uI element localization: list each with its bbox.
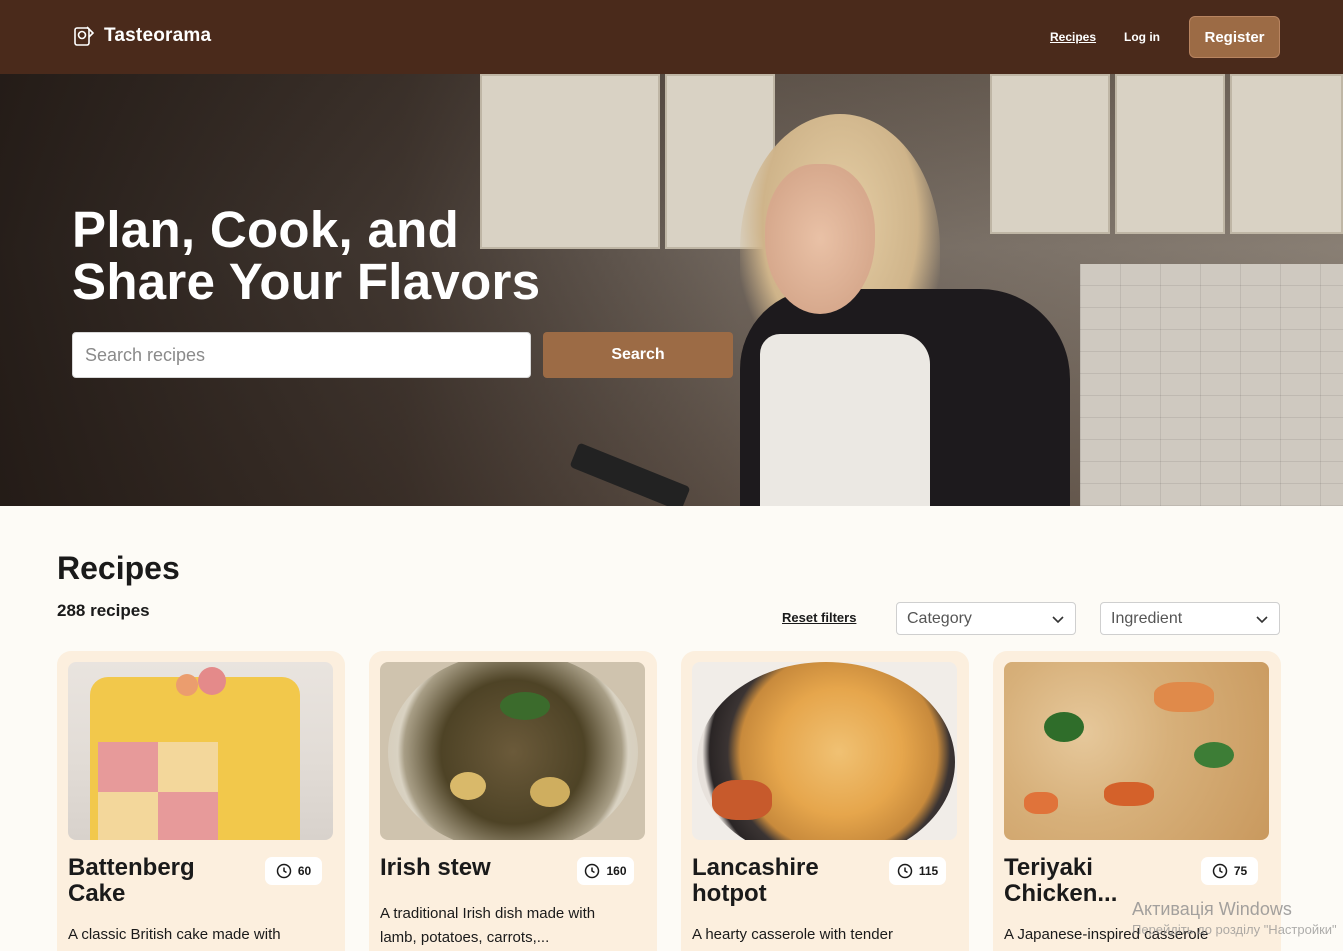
recipe-title[interactable]: Lancashire hotpot: [692, 855, 867, 907]
search-button[interactable]: Search: [543, 332, 733, 378]
nav-login-link[interactable]: Log in: [1124, 30, 1160, 44]
recipe-card[interactable]: Lancashire hotpot 115 A hearty casserole…: [681, 651, 969, 951]
hero-photo-tablet: [569, 442, 691, 506]
hero-photo-cabinet: [1230, 74, 1343, 234]
cook-time-badge: 115: [889, 857, 946, 885]
nav-recipes-link[interactable]: Recipes: [1050, 30, 1096, 44]
register-button[interactable]: Register: [1189, 16, 1280, 58]
site-header: Tasteorama Recipes Log in Register: [0, 0, 1343, 74]
ingredient-select[interactable]: Ingredient: [1100, 602, 1280, 635]
clock-icon: [1212, 863, 1228, 879]
hero-photo-apron: [760, 334, 930, 506]
recipe-image[interactable]: [692, 662, 957, 840]
recipe-title[interactable]: Irish stew: [380, 855, 555, 881]
hero-title-line1: Plan, Cook, and: [72, 201, 460, 258]
hero-photo-face: [765, 164, 875, 314]
recipe-image[interactable]: [380, 662, 645, 840]
category-select-label: Category: [907, 609, 972, 627]
section-title: Recipes: [57, 550, 180, 586]
cook-time-badge: 60: [265, 857, 322, 885]
recipe-description: A hearty casserole with tender: [692, 926, 893, 943]
recipe-book-icon: [74, 26, 95, 46]
cook-time-value: 60: [297, 864, 312, 878]
recipe-image[interactable]: [68, 662, 333, 840]
clock-icon: [585, 863, 600, 879]
hero-photo-tiles: [1080, 264, 1343, 506]
chevron-down-icon: [1052, 615, 1064, 623]
recipe-description: A traditional Irish dish made with lamb,…: [380, 905, 596, 946]
chevron-down-icon: [1256, 615, 1268, 623]
clock-icon: [897, 863, 913, 879]
hero-photo-cabinet: [1115, 74, 1225, 234]
recipes-count: 288 recipes: [57, 601, 150, 620]
recipe-description: A classic British cake made with: [68, 926, 281, 943]
brand-name: Tasteorama: [104, 25, 212, 46]
recipe-title[interactable]: Battenberg Cake: [68, 855, 243, 907]
cook-time-badge: 75: [1201, 857, 1258, 885]
cook-time-value: 115: [918, 864, 939, 878]
category-select[interactable]: Category: [896, 602, 1076, 635]
hero-title: Plan, Cook, and Share Your Flavors: [72, 204, 540, 308]
recipe-card[interactable]: Irish stew 160 A traditional Irish dish …: [369, 651, 657, 951]
clock-icon: [276, 863, 292, 879]
hero-banner: Plan, Cook, and Share Your Flavors Searc…: [0, 74, 1343, 506]
cook-time-value: 75: [1233, 864, 1248, 878]
recipe-card[interactable]: Battenberg Cake 60 A classic British cak…: [57, 651, 345, 951]
reset-filters-link[interactable]: Reset filters: [782, 610, 856, 625]
brand-logo[interactable]: Tasteorama: [72, 24, 211, 48]
os-activation-watermark: Активація Windows: [1132, 899, 1292, 919]
cook-time-value: 160: [606, 864, 627, 878]
cook-time-badge: 160: [577, 857, 634, 885]
recipe-image[interactable]: [1004, 662, 1269, 840]
search-input[interactable]: [72, 332, 531, 378]
hero-photo-cabinet: [990, 74, 1110, 234]
ingredient-select-label: Ingredient: [1111, 609, 1183, 627]
os-activation-subtext: Перейдіть до розділу "Настройки": [1132, 922, 1337, 937]
hero-title-line2: Share Your Flavors: [72, 253, 541, 310]
